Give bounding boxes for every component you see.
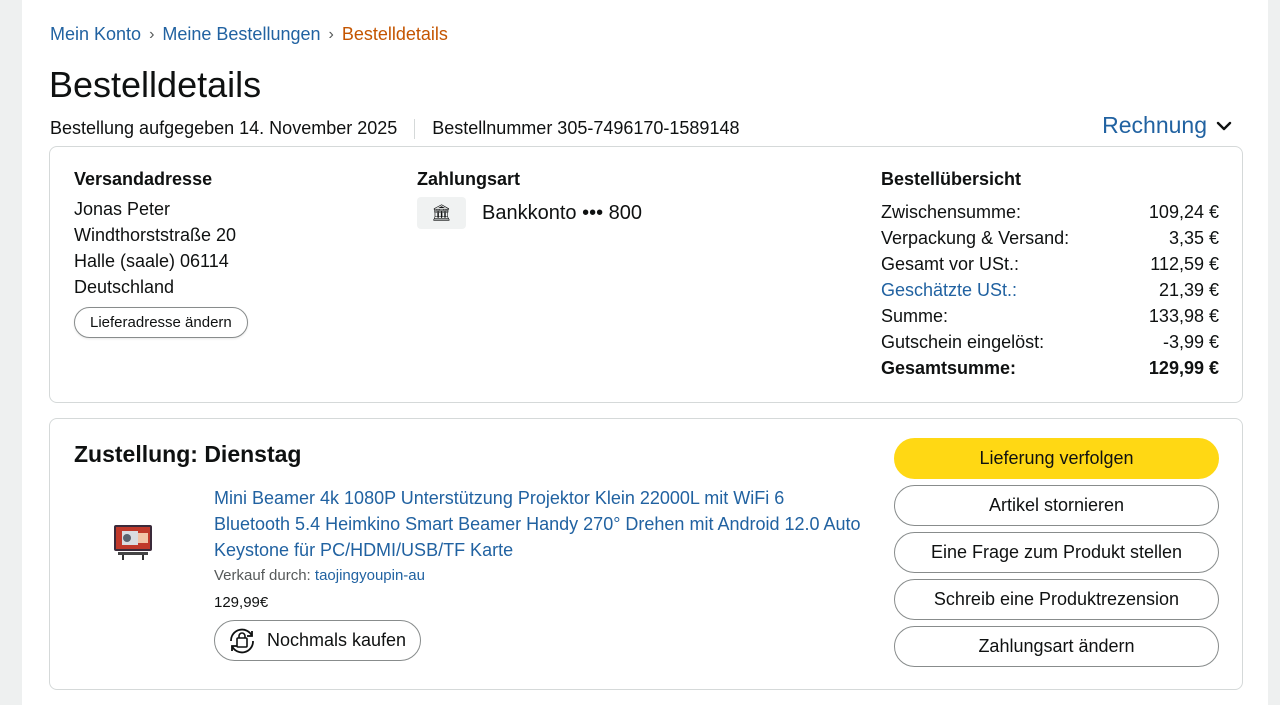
- bank-icon: 🏛: [417, 197, 466, 229]
- change-payment-button[interactable]: Zahlungsart ändern: [894, 626, 1219, 667]
- breadcrumb-separator: ›: [149, 25, 155, 43]
- address-line: Windthorststraße 20: [74, 225, 237, 245]
- breadcrumb: Mein Konto › Meine Bestellungen › Bestel…: [50, 24, 448, 45]
- breadcrumb-my-account[interactable]: Mein Konto: [50, 24, 141, 45]
- summary-label: Gutschein eingelöst:: [881, 332, 1045, 352]
- address-lines: Jonas Peter Windthorststraße 20 Halle (s…: [74, 196, 248, 300]
- shipment-card: Zustellung: Dienstag Mini Beamer 4k 1080…: [49, 418, 1243, 690]
- summary-value: 112,59 €: [1150, 254, 1219, 274]
- order-number: Bestellnummer 305-7496170-1589148: [432, 118, 740, 138]
- summary-total-label: Gesamtsumme:: [881, 358, 1017, 378]
- summary-row: Summe: 133,98 €: [881, 303, 1219, 329]
- summary-row: Geschätzte USt.: 21,39 €: [881, 277, 1219, 303]
- address-line: Halle (saale) 06114: [74, 251, 229, 271]
- buy-again-label: Nochmals kaufen: [267, 630, 407, 650]
- buy-again-icon: [230, 628, 254, 653]
- ask-product-question-button[interactable]: Eine Frage zum Produkt stellen: [894, 532, 1219, 573]
- order-summary: Bestellübersicht Zwischensumme: 109,24 €…: [881, 169, 1219, 381]
- change-address-button[interactable]: Lieferadresse ändern: [74, 307, 248, 338]
- estimated-tax-link[interactable]: Geschätzte USt.:: [881, 277, 1017, 303]
- summary-row: Gesamt vor USt.: 112,59 €: [881, 251, 1219, 277]
- cancel-items-button[interactable]: Artikel stornieren: [894, 485, 1219, 526]
- shipping-title: Versandadresse: [74, 169, 213, 189]
- summary-label: Zwischensumme:: [881, 202, 1022, 222]
- seller-link[interactable]: taojingyoupin-au: [315, 567, 425, 584]
- summary-value: 3,35 €: [1168, 228, 1219, 248]
- summary-value: 21,39 €: [1158, 280, 1219, 300]
- page-title: Bestelldetails: [49, 64, 262, 105]
- track-package-button[interactable]: Lieferung verfolgen: [894, 438, 1219, 479]
- order-meta: Bestellung aufgegeben 14. November 2025 …: [50, 118, 739, 139]
- invoice-dropdown[interactable]: Rechnung: [1102, 112, 1233, 139]
- shipment-actions: Lieferung verfolgen Artikel stornieren E…: [894, 438, 1219, 667]
- invoice-label: Rechnung: [1102, 112, 1207, 138]
- payment-method: Zahlungsart 🏛 Bankkonto ••• 800: [417, 169, 642, 229]
- product-image[interactable]: [112, 519, 154, 563]
- breadcrumb-my-orders[interactable]: Meine Bestellungen: [162, 24, 320, 45]
- summary-total-row: Gesamtsumme: 129,99 €: [881, 355, 1219, 381]
- breadcrumb-separator: ›: [328, 25, 334, 43]
- summary-total-value: 129,99 €: [1148, 358, 1219, 378]
- seller-info: Verkauf durch: taojingyoupin-au: [214, 567, 425, 584]
- right-gutter: [1268, 0, 1280, 705]
- meta-divider: [414, 118, 416, 139]
- summary-label: Gesamt vor USt.:: [881, 254, 1020, 274]
- payment-title: Zahlungsart: [417, 169, 521, 189]
- chevron-down-icon: [1216, 121, 1232, 130]
- delivery-title: Zustellung: Dienstag: [74, 441, 302, 467]
- summary-row: Verpackung & Versand: 3,35 €: [881, 225, 1219, 251]
- order-info-card: Versandadresse Jonas Peter Windthorststr…: [49, 146, 1243, 403]
- order-date: Bestellung aufgegeben 14. November 2025: [50, 118, 398, 138]
- buy-again-button[interactable]: Nochmals kaufen: [214, 620, 422, 661]
- summary-row: Gutschein eingelöst: -3,99 €: [881, 329, 1219, 355]
- summary-value: 133,98 €: [1148, 306, 1219, 326]
- summary-label: Summe:: [881, 306, 949, 326]
- summary-title: Bestellübersicht: [881, 169, 1022, 189]
- write-review-button[interactable]: Schreib eine Produktrezension: [894, 579, 1219, 620]
- shipping-address: Versandadresse Jonas Peter Windthorststr…: [74, 169, 248, 338]
- summary-label: Verpackung & Versand:: [881, 228, 1070, 248]
- seller-prefix: Verkauf durch:: [214, 567, 311, 584]
- item-price: 129,99€: [214, 594, 269, 611]
- bank-account: Bankkonto ••• 800: [482, 201, 642, 224]
- summary-value: 109,24 €: [1148, 202, 1219, 222]
- address-line: Deutschland: [74, 277, 175, 297]
- breadcrumb-current: Bestelldetails: [341, 24, 448, 44]
- address-line: Jonas Peter: [74, 199, 171, 219]
- summary-row: Zwischensumme: 109,24 €: [881, 199, 1219, 225]
- summary-value: -3,99 €: [1162, 332, 1219, 352]
- product-title-link[interactable]: Mini Beamer 4k 1080P Unterstützung Proje…: [214, 485, 864, 563]
- left-gutter: [0, 0, 22, 705]
